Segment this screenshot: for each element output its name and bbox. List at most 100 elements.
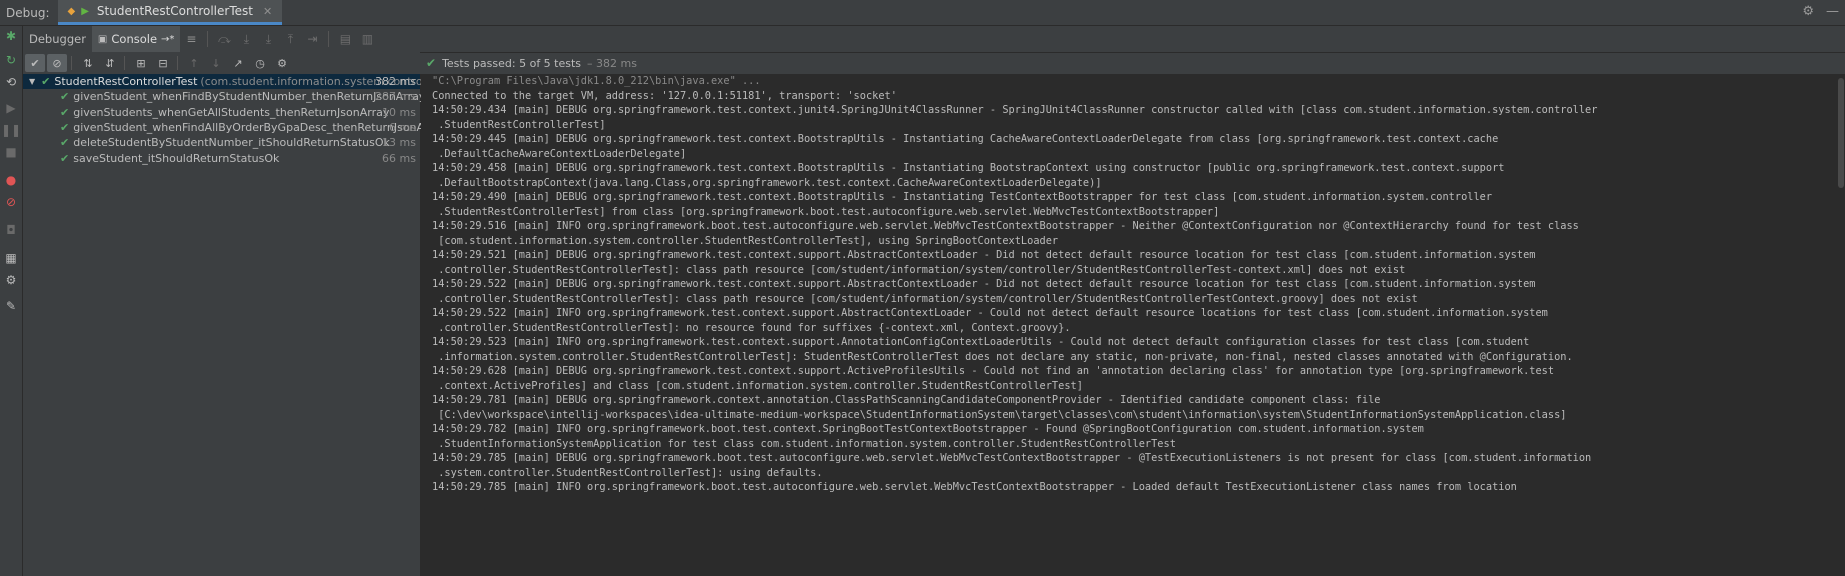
step-out-icon[interactable]: ⤒ — [279, 29, 301, 49]
test-item[interactable]: ✔ givenStudent_whenFindByStudentNumber_t… — [23, 89, 425, 104]
titlebar-actions: ⚙ — — [1802, 4, 1839, 19]
tab-student-rest-controller-test[interactable]: ◆ ▶ StudentRestControllerTest ✕ — [57, 0, 283, 25]
tree-root-node[interactable]: ▼ ✔ StudentRestControllerTest (com.stude… — [23, 74, 444, 89]
step-into-icon[interactable]: ⤓ — [235, 29, 257, 49]
export-icon[interactable]: ↗ — [228, 54, 248, 72]
console-line: 14:50:29.785 [main] INFO org.springframe… — [432, 481, 1517, 493]
evaluate-expression-icon[interactable]: ▤ — [334, 29, 356, 49]
toolbar-separator — [124, 56, 125, 70]
check-icon: ✔ — [60, 90, 70, 103]
layout-icon[interactable]: ▦ — [3, 250, 19, 266]
menu-icon[interactable]: ≡ — [180, 29, 202, 49]
test-runner-toolbar: ✔ ⊘ ⇅ ⇵ ⊞ ⊟ ↑ ↓ ↗ ◷ ⚙ — [23, 52, 420, 75]
stop-icon[interactable]: ■ — [3, 144, 19, 160]
test-name: givenStudent_whenFindByStudentNumber_the… — [73, 90, 426, 103]
test-name: givenStudents_whenGetAllStudents_thenRet… — [73, 106, 390, 119]
show-ignored-icon[interactable]: ⊘ — [47, 54, 67, 72]
console-line: 14:50:29.628 [main] DEBUG org.springfram… — [432, 365, 1555, 377]
test-item[interactable]: ✔ deleteStudentByStudentNumber_itShouldR… — [23, 135, 420, 150]
console-line: .StudentInformationSystemApplication for… — [432, 437, 1176, 450]
console-line: 14:50:29.522 [main] INFO org.springframe… — [432, 307, 1548, 319]
console-line: 14:50:29.782 [main] INFO org.springframe… — [432, 423, 1424, 435]
test-name: saveStudent_itShouldReturnStatusOk — [73, 152, 280, 165]
test-time: 10 ms — [382, 106, 416, 119]
trace-icon[interactable]: ▥ — [356, 29, 378, 49]
console-line: 14:50:29.521 [main] DEBUG org.springfram… — [432, 249, 1536, 261]
pin-icon[interactable]: ✎ — [3, 298, 19, 314]
console-scrollbar[interactable] — [1837, 74, 1845, 576]
tab-debugger-label: Debugger — [29, 32, 86, 46]
tests-duration: – 382 ms — [587, 56, 637, 70]
force-step-into-icon[interactable]: ⤓ — [257, 29, 279, 49]
mute-breakpoints-icon[interactable]: ⊘ — [3, 194, 19, 210]
console-line: 14:50:29.434 [main] DEBUG org.springfram… — [432, 104, 1598, 116]
tests-passed-text: Tests passed: 5 of 5 tests — [442, 56, 582, 70]
test-time: 13 ms — [382, 136, 416, 149]
check-icon: ✔ — [41, 75, 51, 88]
test-item[interactable]: ✔ saveStudent_itShouldReturnStatusOk 66 … — [23, 151, 420, 166]
toolbar-separator — [328, 31, 330, 47]
pause-icon[interactable]: ❚❚ — [1, 122, 21, 138]
console-icon: ▣ — [97, 33, 108, 45]
expand-arrow-icon[interactable]: ▼ — [29, 77, 35, 86]
gear-icon[interactable]: ⚙ — [1802, 4, 1814, 19]
run-config-icon: ◆ — [67, 5, 76, 17]
sort-alphabetically-icon[interactable]: ⇅ — [78, 54, 98, 72]
console-line: [com.student.information.system.controll… — [432, 234, 1059, 247]
tab-console-label: Console — [111, 32, 158, 46]
tab-debugger[interactable]: Debugger — [23, 26, 92, 52]
test-status: ✔ Tests passed: 5 of 5 tests – 382 ms — [420, 52, 1845, 74]
show-passed-icon[interactable]: ✔ — [25, 54, 45, 72]
console-line: Connected to the target VM, address: '12… — [432, 89, 897, 102]
history-icon[interactable]: ◷ — [250, 54, 270, 72]
console-output[interactable]: "C:\Program Files\Java\jdk1.8.0_212\bin\… — [421, 74, 1845, 576]
debug-left-toolbar: ✱ ↻ ⟲ ▶ ❚❚ ■ ● ⊘ ◘ ▦ ⚙ ✎ — [0, 26, 23, 576]
bug-icon[interactable]: ✱ — [3, 28, 19, 44]
console-line: 14:50:29.445 [main] DEBUG org.springfram… — [432, 133, 1499, 145]
collapse-all-icon[interactable]: ⊟ — [153, 54, 173, 72]
console-line: .DefaultCacheAwareContextLoaderDelegate] — [432, 147, 687, 160]
check-icon: ✔ — [60, 152, 70, 165]
debug-titlebar: Debug: ◆ ▶ StudentRestControllerTest ✕ ⚙… — [0, 0, 1845, 26]
console-line: .controller.StudentRestControllerTest]: … — [432, 321, 1071, 334]
previous-failed-icon[interactable]: ↑ — [184, 54, 204, 72]
check-icon: ✔ — [60, 136, 70, 149]
debug-tabs-toolbar: Debugger ▣ Console →* ≡ ⤼ ⤓ ⤓ ⤒ ⇥ ▤ ▥ — [23, 26, 1845, 53]
console-line: 14:50:29.522 [main] DEBUG org.springfram… — [432, 278, 1536, 290]
console-line: .controller.StudentRestControllerTest]: … — [432, 292, 1418, 305]
test-class-name: StudentRestControllerTest — [54, 75, 198, 88]
breakpoints-icon[interactable]: ● — [3, 172, 19, 188]
rerun-icon[interactable]: ↻ — [3, 52, 19, 68]
console-line: .system.controller.StudentRestController… — [432, 466, 823, 479]
settings-icon[interactable]: ⚙ — [3, 272, 19, 288]
run-to-cursor-icon[interactable]: ⇥ — [301, 29, 323, 49]
console-line: 14:50:29.523 [main] INFO org.springframe… — [432, 336, 1530, 348]
console-line: 14:50:29.516 [main] INFO org.springframe… — [432, 220, 1579, 232]
expand-all-icon[interactable]: ⊞ — [131, 54, 151, 72]
next-failed-icon[interactable]: ↓ — [206, 54, 226, 72]
test-name: deleteStudentByStudentNumber_itShouldRet… — [73, 136, 390, 149]
console-line: .context.ActiveProfiles] and class [com.… — [432, 379, 1083, 392]
console-line: 14:50:29.458 [main] DEBUG org.springfram… — [432, 162, 1505, 174]
camera-icon[interactable]: ◘ — [3, 222, 19, 238]
test-time: 66 ms — [382, 152, 416, 165]
scrollbar-thumb[interactable] — [1838, 78, 1844, 188]
step-over-icon[interactable]: ⤼ — [213, 29, 235, 49]
close-icon[interactable]: ✕ — [263, 5, 272, 18]
sort-by-duration-icon[interactable]: ⇵ — [100, 54, 120, 72]
resume-icon[interactable]: ▶ — [3, 100, 19, 116]
restart-icon[interactable]: ⟲ — [3, 74, 19, 90]
toolbar-separator — [177, 56, 178, 70]
minimize-icon[interactable]: — — [1826, 4, 1839, 19]
test-results-tree: ▼ ✔ StudentRestControllerTest (com.stude… — [23, 74, 446, 576]
test-item[interactable]: ✔ givenStudent_whenFindAllByOrderByGpaDe… — [23, 120, 446, 135]
console-line: .information.system.controller.StudentRe… — [432, 350, 1573, 363]
test-time: 287 ms — [375, 90, 416, 103]
console-line: "C:\Program Files\Java\jdk1.8.0_212\bin\… — [432, 75, 761, 87]
test-item[interactable]: ✔ givenStudents_whenGetAllStudents_thenR… — [23, 105, 420, 120]
check-icon: ✔ — [60, 121, 70, 134]
settings-icon[interactable]: ⚙ — [272, 54, 292, 72]
run-arrow-icon: ▶ — [81, 5, 89, 17]
test-class-time: 382 ms — [375, 75, 416, 88]
tab-console[interactable]: ▣ Console →* — [91, 26, 181, 52]
